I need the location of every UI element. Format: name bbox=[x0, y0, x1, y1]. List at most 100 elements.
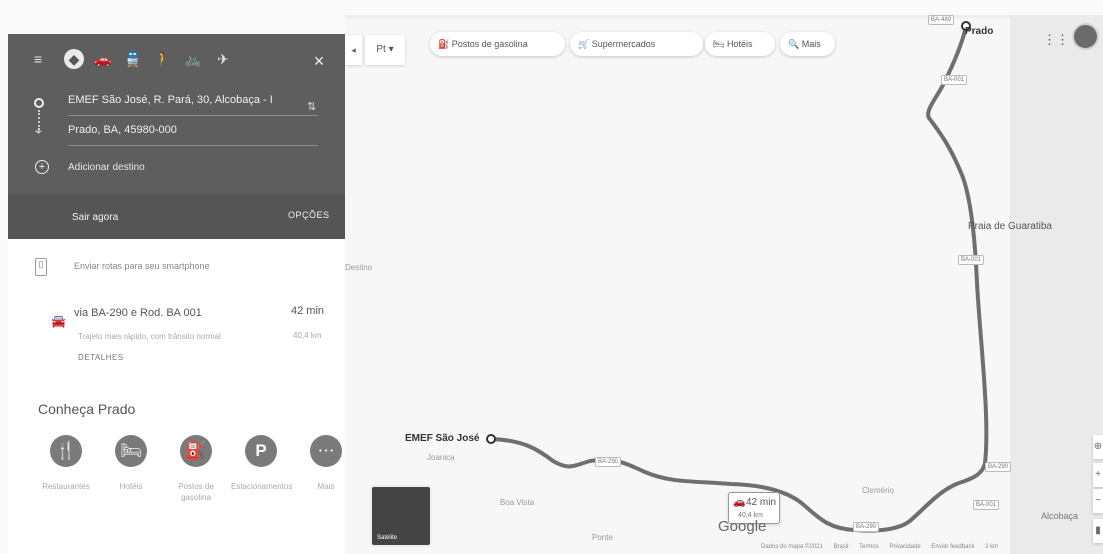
bicycle-icon[interactable]: 🚲 bbox=[183, 49, 203, 69]
collapse-panel-button[interactable]: ◂ bbox=[345, 35, 362, 65]
route-description: Trajeto mais rápido, com trânsito normal bbox=[78, 332, 221, 341]
road-shield-ba001: BA-001 bbox=[941, 75, 968, 85]
hotels-chip-label: Hotéis bbox=[726, 39, 753, 49]
send-to-phone-label[interactable]: Enviar rotas para seu smartphone bbox=[74, 261, 210, 271]
destination-pin-icon: ⌖ bbox=[35, 124, 42, 138]
ponte-label: Ponte bbox=[592, 533, 613, 542]
map-attribution: Dados do mapa ©2021 Brasil Termos Privac… bbox=[761, 544, 1103, 554]
route-card[interactable]: 🚘 via BA-290 e Rod. BA 001 42 min Trajet… bbox=[8, 292, 345, 388]
category-gas-stations[interactable]: ⛽ Postos de gasolina bbox=[166, 435, 226, 515]
category-restaurants[interactable]: 🍴 Restaurantes bbox=[36, 435, 96, 515]
route-distance: 40,4 km bbox=[293, 331, 322, 340]
zoom-out-button[interactable]: − bbox=[1093, 489, 1103, 513]
departure-options-bar: Sair agora OPÇÕES bbox=[8, 194, 345, 239]
more-chip-label: Mais bbox=[801, 39, 821, 49]
praia-label: Praia de Guaratiba bbox=[968, 221, 1052, 232]
apps-grid-icon[interactable]: ⋮⋮⋮ bbox=[1043, 30, 1082, 50]
zoom-controls: ⊕ + − ▮ bbox=[1093, 435, 1103, 545]
hotel-icon: 🛏 bbox=[115, 435, 147, 467]
route-car-icon: 🚗 bbox=[733, 497, 746, 508]
route-via[interactable]: via BA-290 e Rod. BA 001 bbox=[74, 307, 202, 319]
destino-label: Destino bbox=[345, 263, 373, 272]
add-destination-link[interactable]: Adicionar destino bbox=[68, 162, 145, 173]
send-to-phone-row[interactable]: ▯ Enviar rotas para seu smartphone bbox=[8, 256, 345, 280]
flight-icon[interactable]: ✈ bbox=[213, 49, 233, 69]
emef-label: EMEF São José bbox=[405, 433, 480, 444]
map-canvas[interactable]: ◂ Pt ▾ ⛽ Postos de gasolina 🛒 Supermerca… bbox=[345, 15, 1103, 554]
menu-icon[interactable]: ≡ bbox=[28, 49, 48, 69]
google-logo: Google bbox=[718, 518, 767, 535]
route-duration: 42 min bbox=[291, 305, 325, 317]
category-label: Estacionamentos bbox=[231, 482, 293, 491]
zoom-in-button[interactable]: + bbox=[1093, 463, 1103, 487]
joanica-label: Joanica bbox=[427, 453, 455, 462]
leave-now-dropdown[interactable]: Sair agora bbox=[72, 212, 118, 223]
phone-icon: ▯ bbox=[35, 258, 47, 276]
add-destination-icon[interactable]: + bbox=[35, 160, 49, 174]
privacy-link[interactable]: Privacidade bbox=[889, 544, 920, 550]
supermarkets-chip[interactable]: 🛒 Supermercados bbox=[570, 32, 703, 56]
directions-icon[interactable]: ◆ bbox=[64, 49, 84, 69]
boa-vista-label: Boa Vista bbox=[500, 498, 535, 507]
destination-underline bbox=[68, 145, 318, 146]
search-icon: 🔍 bbox=[788, 39, 802, 49]
route-details-button[interactable]: DETALHES bbox=[78, 353, 124, 362]
options-button[interactable]: OPÇÕES bbox=[288, 210, 330, 220]
car-icon[interactable]: 🚗 bbox=[93, 49, 113, 69]
travel-mode-bar: ≡ ◆ 🚗 🚆 🚶 🚲 ✈ × bbox=[8, 44, 345, 74]
alcobaca-label: Alcobaça bbox=[1041, 511, 1079, 521]
walk-icon[interactable]: 🚶 bbox=[153, 49, 173, 69]
country-label: Brasil bbox=[833, 544, 849, 550]
transit-icon[interactable]: 🚆 bbox=[123, 49, 143, 69]
prado-label: Prado bbox=[965, 26, 994, 37]
destination-input[interactable]: Prado, BA, 45980-000 bbox=[68, 124, 308, 144]
super-chip-label: Supermercados bbox=[591, 39, 656, 49]
road-shield-ba001-3: BA-001 bbox=[973, 500, 1000, 510]
satellite-layer-toggle[interactable]: Satélite bbox=[370, 485, 432, 547]
discover-title: Conheça Prado bbox=[38, 401, 136, 417]
category-hotels[interactable]: 🛏 Hotéis bbox=[101, 435, 161, 515]
location-button[interactable]: ⊕ bbox=[1093, 435, 1103, 459]
language-selector[interactable]: Pt ▾ bbox=[365, 35, 405, 65]
destination-field[interactable]: ⌖ Prado, BA, 45980-000 bbox=[8, 120, 345, 148]
map-data-copyright: Dados do mapa ©2021 bbox=[761, 544, 823, 550]
origin-field[interactable]: EMEF São José, R. Pará, 30, Alcobaça - I bbox=[8, 90, 345, 118]
route-time-value: 42 min bbox=[746, 497, 777, 508]
clemerio-label: Clemério bbox=[862, 486, 895, 495]
bed-icon: 🛏 bbox=[713, 39, 727, 49]
account-avatar[interactable] bbox=[1072, 23, 1099, 50]
feedback-link[interactable]: Enviar feedback bbox=[931, 544, 974, 550]
gas-stations-chip[interactable]: ⛽ Postos de gasolina bbox=[430, 32, 565, 56]
category-label: Hotéis bbox=[119, 482, 143, 491]
hotels-chip[interactable]: 🛏 Hotéis bbox=[705, 32, 775, 56]
google-maps-directions-app: ≡ ◆ 🚗 🚆 🚶 🚲 ✈ × EMEF São José, R. Pará, … bbox=[0, 0, 1103, 554]
parking-icon: P bbox=[245, 435, 277, 467]
road-shield-ba290: BA-290 bbox=[595, 457, 622, 467]
pegman-icon[interactable]: ▮ bbox=[1093, 519, 1103, 543]
close-icon[interactable]: × bbox=[308, 50, 330, 72]
category-label: Postos de gasolina bbox=[178, 482, 214, 502]
road-shield-ba001-2: BA-001 bbox=[958, 255, 985, 265]
origin-dot-icon bbox=[34, 98, 44, 108]
gas-station-icon: ⛽ bbox=[180, 435, 212, 467]
terms-link[interactable]: Termos bbox=[859, 544, 879, 550]
directions-header: ≡ ◆ 🚗 🚆 🚶 🚲 ✈ × EMEF São José, R. Pará, … bbox=[8, 34, 345, 239]
category-label: Restaurantes bbox=[42, 482, 90, 491]
scale-label: 2 km bbox=[985, 544, 999, 550]
gas-chip-icon: ⛽ bbox=[438, 39, 452, 49]
category-parking[interactable]: P Estacionamentos bbox=[231, 435, 293, 515]
road-shield-ba489: BA-489 bbox=[928, 15, 955, 25]
route-line bbox=[489, 24, 989, 533]
satellite-label: Satélite bbox=[377, 535, 398, 541]
language-value: Pt bbox=[376, 44, 386, 55]
origin-marker[interactable] bbox=[486, 434, 496, 444]
cart-icon: 🛒 bbox=[578, 39, 592, 49]
directions-panel: ≡ ◆ 🚗 🚆 🚶 🚲 ✈ × EMEF São José, R. Pará, … bbox=[8, 34, 345, 554]
road-shield-ba290-2: BA-290 bbox=[985, 462, 1012, 472]
car-route-icon: 🚘 bbox=[51, 314, 66, 328]
route-path bbox=[486, 21, 989, 533]
swap-routes-icon[interactable]: ⇅ bbox=[307, 100, 321, 114]
more-icon: ⋯ bbox=[310, 435, 342, 467]
more-chip[interactable]: 🔍 Mais bbox=[780, 32, 835, 56]
origin-input[interactable]: EMEF São José, R. Pará, 30, Alcobaça - I bbox=[68, 94, 308, 114]
